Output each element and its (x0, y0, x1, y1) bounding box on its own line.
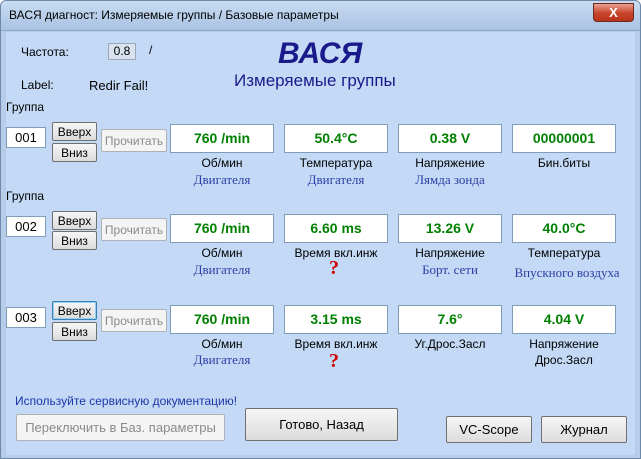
value-description: Борт. сети (422, 262, 478, 277)
value-caption: Температура (527, 246, 601, 260)
freq-value: 0.8 (108, 43, 136, 60)
value-field: 00000001 (512, 124, 616, 153)
value-caption: Время вкл.инж (294, 337, 378, 351)
value-description: Двигателя (193, 352, 251, 367)
value-field: 0.38 V (398, 124, 502, 153)
value-caption: Уг.Дрос.Засл (414, 337, 486, 351)
up-button[interactable]: Вверх (52, 122, 97, 141)
down-button[interactable]: Вниз (52, 322, 97, 341)
close-button[interactable]: X (593, 3, 634, 22)
value-field: 3.15 ms (284, 305, 388, 334)
value-caption: Температура (299, 156, 373, 170)
value-description: Лямда зонда (415, 172, 485, 187)
value-field: 760 /min (170, 305, 274, 334)
vc-scope-button[interactable]: VC-Scope (446, 416, 532, 443)
page-subtitle: Измеряемые группы (234, 71, 396, 90)
value-field: 760 /min (170, 214, 274, 243)
unknown-marker: ? (329, 257, 339, 279)
value-description: Впускного воздуха (514, 265, 620, 280)
group-number-input[interactable]: 001 (6, 127, 46, 148)
up-button[interactable]: Вверх (52, 211, 97, 230)
value-field: 7.6° (398, 305, 502, 334)
read-button[interactable]: Прочитать (101, 218, 167, 241)
value-caption: Дрос.Засл (535, 353, 593, 367)
group-number-input[interactable]: 003 (6, 307, 46, 328)
switch-basic-params-button[interactable]: Переключить в Баз. параметры (16, 414, 225, 441)
up-button[interactable]: Вверх (52, 301, 97, 320)
group-label: Группа (6, 100, 45, 114)
value-caption: Напряжение (415, 246, 485, 260)
main-window: ВАСЯ диагност: Измеряемые группы / Базов… (0, 0, 641, 459)
down-button[interactable]: Вниз (52, 231, 97, 250)
journal-button[interactable]: Журнал (541, 416, 627, 443)
value-caption: Бин.биты (537, 156, 591, 170)
label-label: Label: (21, 78, 54, 92)
title-bar[interactable]: ВАСЯ диагност: Измеряемые группы / Базов… (1, 1, 640, 31)
value-field: 6.60 ms (284, 214, 388, 243)
value-field: 50.4°C (284, 124, 388, 153)
read-button[interactable]: Прочитать (101, 309, 167, 332)
close-icon: X (609, 5, 618, 20)
value-caption: Об/мин (201, 337, 243, 351)
unknown-marker: ? (329, 350, 339, 372)
value-field: 13.26 V (398, 214, 502, 243)
read-button[interactable]: Прочитать (101, 129, 167, 152)
value-caption: Напряжение (529, 337, 599, 351)
value-caption: Напряжение (415, 156, 485, 170)
freq-slash: / (149, 43, 153, 57)
done-back-button[interactable]: Готово, Назад (245, 408, 398, 441)
value-field: 40.0°C (512, 214, 616, 243)
app-title: ВАСЯ (278, 37, 363, 70)
down-button[interactable]: Вниз (52, 143, 97, 162)
group-label: Группа (6, 189, 45, 203)
freq-label: Частота: (21, 45, 69, 59)
window-title: ВАСЯ диагност: Измеряемые группы / Базов… (9, 8, 339, 22)
value-description: Двигателя (193, 172, 251, 187)
label-value: Redir Fail! (89, 78, 149, 93)
group-number-input[interactable]: 002 (6, 216, 46, 237)
value-caption: Об/мин (201, 156, 243, 170)
value-field: 4.04 V (512, 305, 616, 334)
value-description: Двигателя (193, 262, 251, 277)
value-field: 760 /min (170, 124, 274, 153)
value-description: Двигателя (307, 172, 365, 187)
help-text: Используйте сервисную документацию! (15, 394, 238, 408)
client-area: Частота: 0.8 / Label: Redir Fail! ВАСЯ И… (6, 32, 635, 455)
value-caption: Об/мин (201, 246, 243, 260)
